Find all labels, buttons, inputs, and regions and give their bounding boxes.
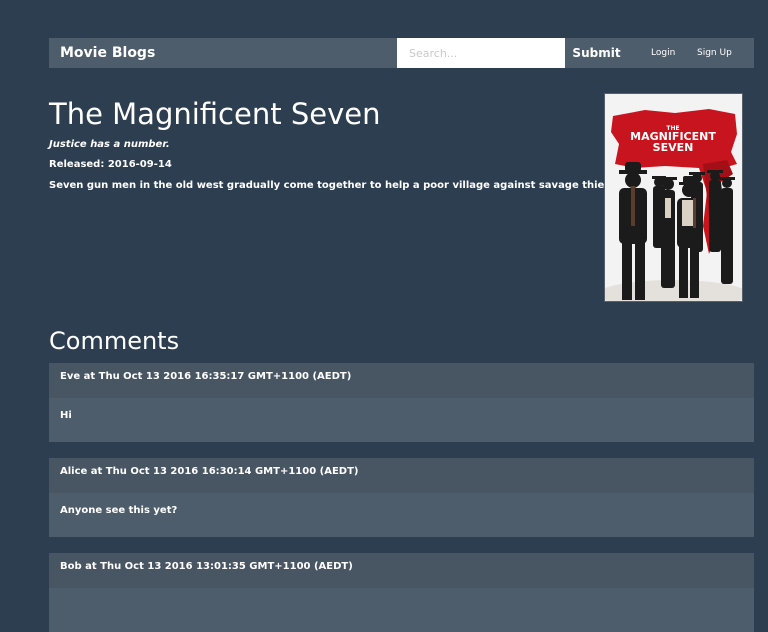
movie-title: The Magnificent Seven	[49, 97, 381, 131]
movie-plot: Seven gun men in the old west gradually …	[49, 180, 628, 191]
comment-body: Hi	[60, 410, 72, 421]
poster-image: THE MAGNIFICENT SEVEN	[605, 94, 742, 301]
comment-card: Bob at Thu Oct 13 2016 13:01:35 GMT+1100…	[49, 553, 754, 632]
login-link[interactable]: Login	[651, 38, 675, 68]
movie-release-date: Released: 2016-09-14	[49, 159, 172, 170]
submit-button[interactable]: Submit	[565, 38, 628, 68]
brand-logo[interactable]: Movie Blogs	[60, 38, 155, 68]
comment-body	[49, 588, 754, 632]
movie-tagline: Justice has a number.	[49, 139, 170, 150]
comment-body: Anyone see this yet?	[60, 505, 178, 516]
comments-heading: Comments	[49, 327, 180, 355]
signup-link[interactable]: Sign Up	[697, 38, 732, 68]
poster-title-line2: SEVEN	[653, 141, 694, 154]
comment-card: Eve at Thu Oct 13 2016 16:35:17 GMT+1100…	[49, 363, 754, 442]
comment-header: Alice at Thu Oct 13 2016 16:30:14 GMT+11…	[49, 458, 754, 493]
search-input[interactable]	[397, 38, 565, 68]
comment-card: Alice at Thu Oct 13 2016 16:30:14 GMT+11…	[49, 458, 754, 537]
movie-poster: THE MAGNIFICENT SEVEN	[604, 93, 743, 302]
navbar: Movie Blogs Submit Login Sign Up	[49, 38, 754, 68]
comment-header: Bob at Thu Oct 13 2016 13:01:35 GMT+1100…	[49, 553, 754, 588]
comment-header: Eve at Thu Oct 13 2016 16:35:17 GMT+1100…	[49, 363, 754, 398]
